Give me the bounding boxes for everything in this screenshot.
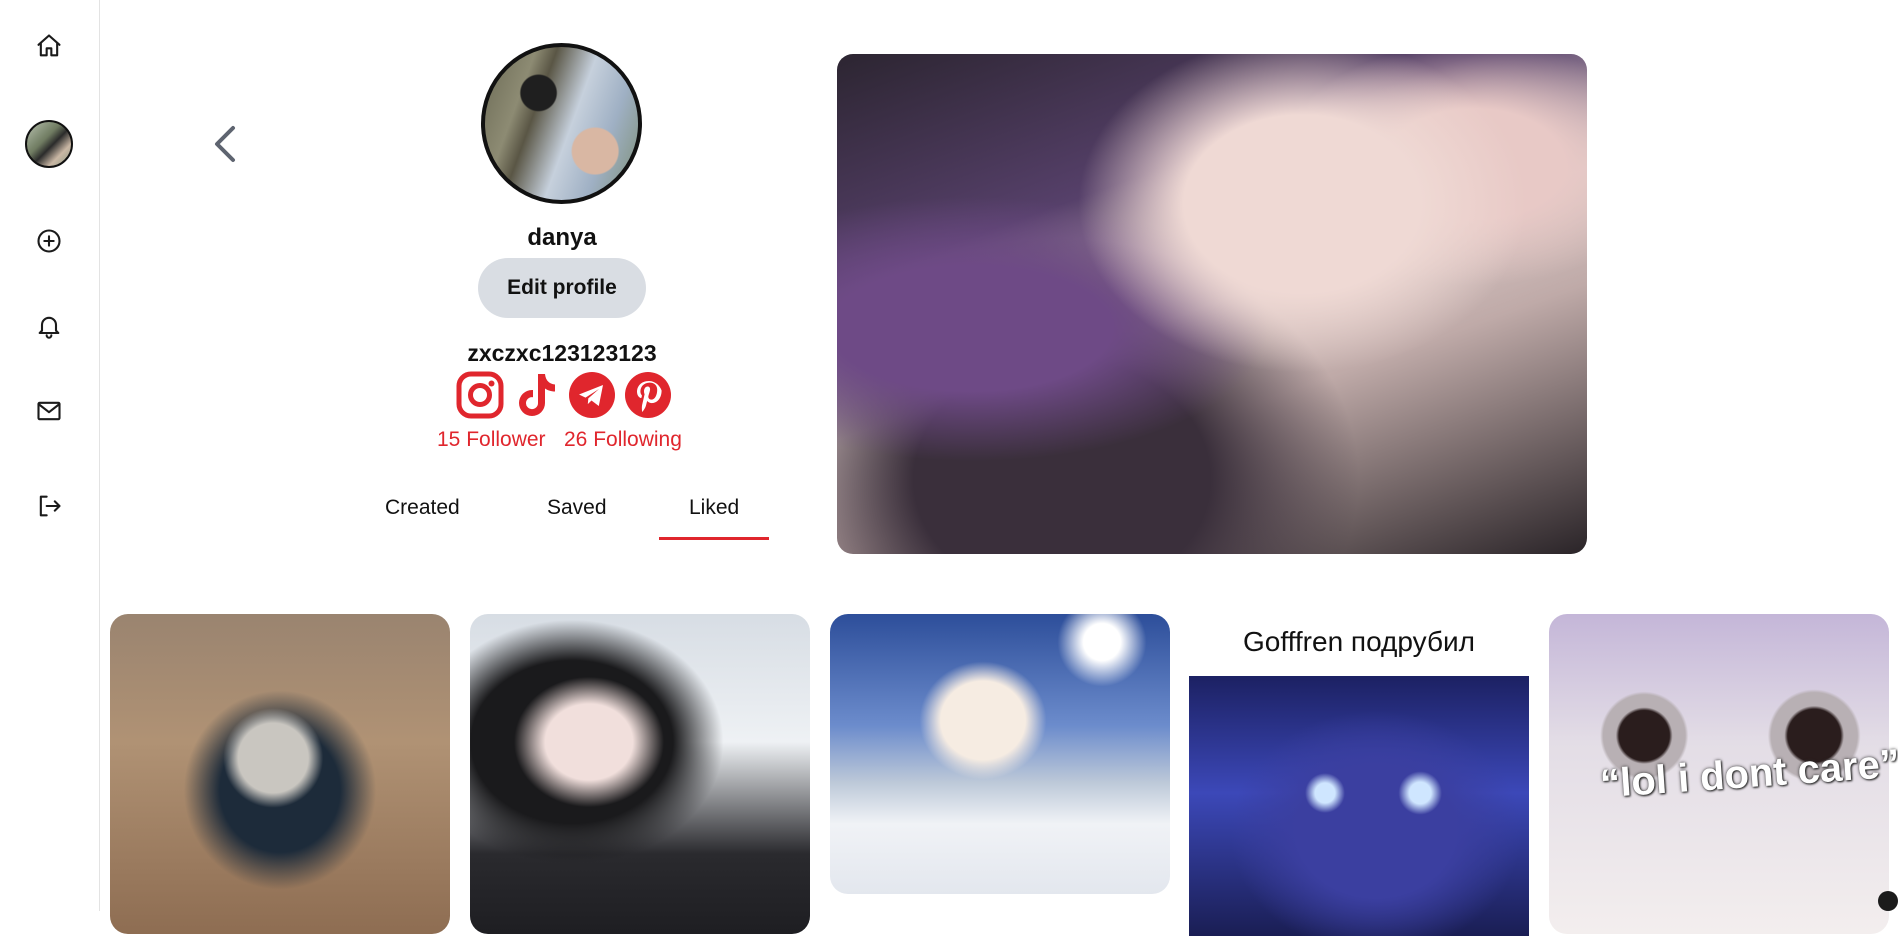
create-button[interactable] xyxy=(26,218,72,264)
pin-card-girl-snow[interactable] xyxy=(470,614,810,934)
plus-circle-icon xyxy=(37,229,61,253)
edit-profile-button[interactable]: Edit profile xyxy=(478,258,646,318)
telegram-link[interactable] xyxy=(568,371,616,419)
logout-icon xyxy=(39,495,61,517)
avatar[interactable] xyxy=(25,120,73,168)
tab-liked[interactable]: Liked xyxy=(689,496,739,520)
notifications-button[interactable] xyxy=(26,303,72,349)
home-button[interactable] xyxy=(26,23,72,69)
featured-pin-image[interactable] xyxy=(837,54,1587,554)
back-button[interactable] xyxy=(205,122,245,166)
following-link[interactable]: 26 Following xyxy=(564,428,682,452)
profile-username: danya xyxy=(527,224,597,251)
tab-saved[interactable]: Saved xyxy=(547,496,607,520)
instagram-link[interactable] xyxy=(456,371,504,419)
tab-created[interactable]: Created xyxy=(385,496,460,520)
sidebar xyxy=(0,0,100,911)
instagram-icon xyxy=(456,371,504,419)
pin-card-cat-jump[interactable] xyxy=(830,614,1170,894)
chevron-left-icon xyxy=(215,126,235,162)
pinterest-link[interactable] xyxy=(624,371,672,419)
scroll-corner-button[interactable] xyxy=(1878,891,1898,911)
pin-card-anime-boy[interactable] xyxy=(1189,676,1529,936)
profile-handle: zxczxc123123123 xyxy=(467,340,657,366)
active-tab-indicator xyxy=(659,537,769,540)
followers-link[interactable]: 15 Follower xyxy=(437,428,546,452)
pin-card-caption: Gofffren подрубил xyxy=(1243,626,1475,657)
tiktok-icon xyxy=(519,374,555,416)
logout-button[interactable] xyxy=(26,483,72,529)
profile-avatar xyxy=(481,43,642,204)
home-icon xyxy=(37,34,61,57)
mail-icon xyxy=(37,401,61,421)
bell-icon xyxy=(38,316,60,339)
pin-card-cat-wheelchair[interactable] xyxy=(110,614,450,934)
pinterest-icon xyxy=(625,372,671,418)
tiktok-link[interactable] xyxy=(512,371,560,419)
telegram-icon xyxy=(569,372,615,418)
social-links xyxy=(456,371,672,419)
messages-button[interactable] xyxy=(26,388,72,434)
